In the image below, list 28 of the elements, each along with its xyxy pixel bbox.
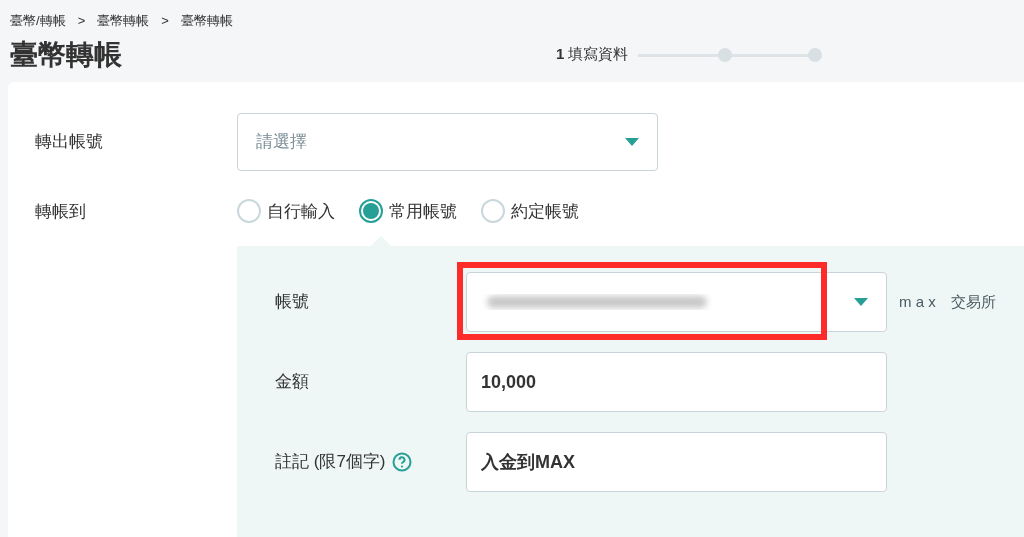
field-label: 金額 [274, 371, 310, 394]
select-placeholder: 請選擇 [256, 130, 307, 153]
field-label: 轉帳到 [34, 200, 87, 223]
page-title: 臺幣轉帳 [10, 37, 123, 72]
amount-field[interactable]: 10,000 [466, 352, 887, 412]
help-icon[interactable] [391, 452, 412, 472]
account-select[interactable] [466, 272, 887, 332]
radio-option[interactable]: 自行輸入 [237, 198, 335, 224]
account-suffix: m a x 交易所 [899, 291, 996, 312]
dropdown-caret-icon [854, 298, 868, 306]
radio-option[interactable]: 常用帳號 [359, 198, 457, 224]
radio-icon [359, 199, 383, 224]
radio-icon [481, 199, 505, 224]
field-label: 帳號 [274, 291, 310, 314]
breadcrumb-link[interactable]: 臺幣轉帳 [97, 11, 150, 31]
step-label: 填寫資料 [568, 44, 629, 65]
memo-field[interactable]: 入金到MAX [466, 432, 887, 492]
account-select[interactable]: 請選擇 [237, 112, 658, 171]
field-label: 註記 (限7個字) [275, 451, 386, 474]
breadcrumb-separator: > [161, 12, 169, 30]
breadcrumb-separator: > [77, 12, 86, 30]
dropdown-caret-icon [625, 137, 639, 146]
radio-option[interactable]: 約定帳號 [481, 198, 579, 224]
step-number: 1 [556, 44, 565, 65]
breadcrumb-link[interactable]: 臺幣轉帳 [180, 11, 233, 31]
breadcrumb-link[interactable]: 臺幣/轉帳 [10, 11, 66, 31]
field-label: 轉出帳號 [34, 130, 104, 153]
radio-icon [237, 199, 261, 224]
